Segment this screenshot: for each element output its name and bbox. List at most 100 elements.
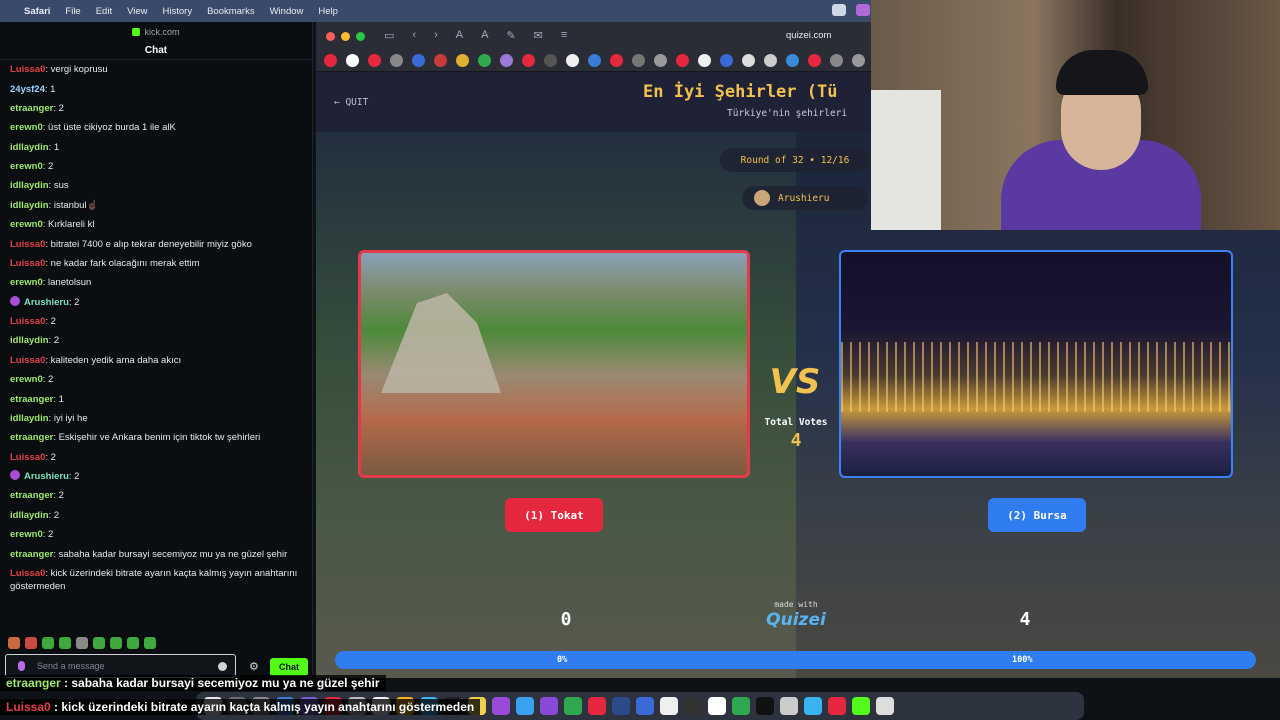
chat-username[interactable]: Luissa0 (10, 258, 45, 269)
emote-icon[interactable] (8, 637, 20, 649)
dock-app-icon[interactable] (564, 697, 582, 715)
favorite-icon[interactable] (324, 54, 337, 67)
favorite-icon[interactable] (632, 54, 645, 67)
favorite-icon[interactable] (698, 54, 711, 67)
mic-icon[interactable] (18, 661, 25, 671)
favorite-icon[interactable] (346, 54, 359, 67)
emote-icon[interactable] (76, 637, 88, 649)
chat-username[interactable]: erewn0 (10, 122, 43, 133)
menu-bookmarks[interactable]: Bookmarks (207, 6, 255, 17)
status-icon[interactable] (856, 4, 870, 16)
favorite-icon[interactable] (610, 54, 623, 67)
favorite-icon[interactable] (764, 54, 777, 67)
chat-username[interactable]: Luissa0 (10, 452, 45, 463)
favorite-icon[interactable] (478, 54, 491, 67)
dock-app-icon[interactable] (684, 697, 702, 715)
text-size-icon[interactable]: A (481, 29, 488, 42)
favorite-icon[interactable] (742, 54, 755, 67)
menu-window[interactable]: Window (270, 6, 304, 17)
menu-file[interactable]: File (65, 6, 80, 17)
chat-username[interactable]: etraanger (10, 549, 53, 560)
option-1-image[interactable] (358, 250, 750, 478)
favorite-icon[interactable] (456, 54, 469, 67)
favorite-icon[interactable] (808, 54, 821, 67)
emoji-icon[interactable] (218, 661, 227, 671)
favorite-icon[interactable] (368, 54, 381, 67)
send-chat-button[interactable]: Chat (270, 658, 308, 676)
dock-app-icon[interactable] (588, 697, 606, 715)
menu-app-name[interactable]: Safari (24, 6, 50, 17)
favorite-icon[interactable] (522, 54, 535, 67)
favorite-icon[interactable] (720, 54, 733, 67)
chat-username[interactable]: erewn0 (10, 219, 43, 230)
dock-app-icon[interactable] (540, 697, 558, 715)
option-2-image[interactable] (839, 250, 1233, 478)
favorite-icon[interactable] (500, 54, 513, 67)
notes-icon[interactable]: ≡ (561, 29, 567, 42)
option-2-button[interactable]: (2) Bursa (988, 498, 1086, 532)
chat-username[interactable]: 24ysf24 (10, 84, 45, 95)
favorite-icon[interactable] (852, 54, 865, 67)
chat-username[interactable]: erewn0 (10, 374, 43, 385)
favorite-icon[interactable] (588, 54, 601, 67)
chat-username[interactable]: idllaydin (10, 335, 49, 346)
favorite-icon[interactable] (434, 54, 447, 67)
favorite-icon[interactable] (676, 54, 689, 67)
chat-username[interactable]: Luissa0 (10, 239, 45, 250)
chat-username[interactable]: Arushieru (24, 471, 69, 482)
chat-username[interactable]: idllaydin (10, 510, 49, 521)
option-1-button[interactable]: (1) Tokat (505, 498, 603, 532)
close-window-button[interactable] (326, 31, 335, 41)
quit-button[interactable]: ← QUIT (334, 97, 368, 108)
forward-icon[interactable]: › (434, 29, 438, 42)
mail-icon[interactable]: ✉ (534, 29, 543, 42)
chat-username[interactable]: erewn0 (10, 277, 43, 288)
dock-app-icon[interactable] (732, 697, 750, 715)
dock-app-icon[interactable] (756, 697, 774, 715)
chat-username[interactable]: Luissa0 (10, 316, 45, 327)
emote-icon[interactable] (144, 637, 156, 649)
emote-icon[interactable] (42, 637, 54, 649)
favorite-icon[interactable] (566, 54, 579, 67)
pencil-icon[interactable]: ✎ (506, 29, 515, 42)
menu-history[interactable]: History (163, 6, 193, 17)
chat-message-list[interactable]: Luissa0: vergi koprusu 24ysf24: 1 etraange… (0, 60, 312, 596)
dock-app-icon[interactable] (828, 697, 846, 715)
dock-app-icon[interactable] (516, 697, 534, 715)
chat-username[interactable]: etraanger (10, 432, 53, 443)
chat-username[interactable]: Luissa0 (10, 64, 45, 75)
dock-app-icon[interactable] (804, 697, 822, 715)
favorite-icon[interactable] (544, 54, 557, 67)
text-size-icon[interactable]: A (456, 29, 463, 42)
chat-username[interactable]: etraanger (10, 490, 53, 501)
zoom-window-button[interactable] (356, 31, 365, 41)
favorite-icon[interactable] (390, 54, 403, 67)
favorite-icon[interactable] (786, 54, 799, 67)
gear-icon[interactable]: ⚙ (249, 660, 259, 673)
address-bar[interactable]: quizei.com (786, 30, 831, 41)
chat-username[interactable]: Luissa0 (10, 355, 45, 366)
dock-app-icon[interactable] (780, 697, 798, 715)
sidebar-icon[interactable]: ▭ (384, 29, 394, 42)
chat-username[interactable]: idllaydin (10, 413, 49, 424)
dock-app-icon[interactable] (708, 697, 726, 715)
favorite-icon[interactable] (830, 54, 843, 67)
dock-app-icon[interactable] (876, 697, 894, 715)
emote-icon[interactable] (110, 637, 122, 649)
chat-username[interactable]: erewn0 (10, 529, 43, 540)
favorite-icon[interactable] (654, 54, 667, 67)
emote-icon[interactable] (93, 637, 105, 649)
dock-app-icon[interactable] (492, 697, 510, 715)
emote-icon[interactable] (25, 637, 37, 649)
favorite-icon[interactable] (412, 54, 425, 67)
chat-username[interactable]: idllaydin (10, 180, 49, 191)
chat-username[interactable]: idllaydin (10, 200, 49, 211)
status-icon[interactable] (832, 4, 846, 16)
menu-help[interactable]: Help (318, 6, 338, 17)
dock-app-icon[interactable] (636, 697, 654, 715)
chat-username[interactable]: etraanger (10, 394, 53, 405)
dock-app-icon[interactable] (660, 697, 678, 715)
menu-view[interactable]: View (127, 6, 147, 17)
menu-edit[interactable]: Edit (96, 6, 112, 17)
minimize-window-button[interactable] (341, 31, 350, 41)
